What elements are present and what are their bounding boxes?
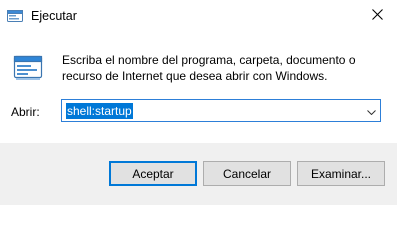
open-label: Abrir: xyxy=(11,105,40,119)
run-dialog-icon xyxy=(13,55,43,81)
open-combobox[interactable]: shell:startup xyxy=(61,99,381,122)
open-input-value[interactable]: shell:startup xyxy=(66,103,133,119)
run-app-icon xyxy=(7,9,23,23)
dialog-description: Escriba el nombre del programa, carpeta,… xyxy=(62,53,356,83)
close-icon xyxy=(371,9,383,23)
window-title: Ejecutar xyxy=(31,9,77,23)
chevron-down-icon xyxy=(366,104,376,118)
title-bar: Ejecutar xyxy=(0,0,397,32)
ok-button[interactable]: Aceptar xyxy=(109,161,197,186)
browse-button[interactable]: Examinar... xyxy=(297,161,385,186)
close-button[interactable] xyxy=(357,0,397,32)
run-dialog: Ejecutar Escriba el nombre del programa,… xyxy=(0,0,397,205)
cancel-button[interactable]: Cancelar xyxy=(203,161,291,186)
dropdown-button[interactable] xyxy=(362,100,380,121)
